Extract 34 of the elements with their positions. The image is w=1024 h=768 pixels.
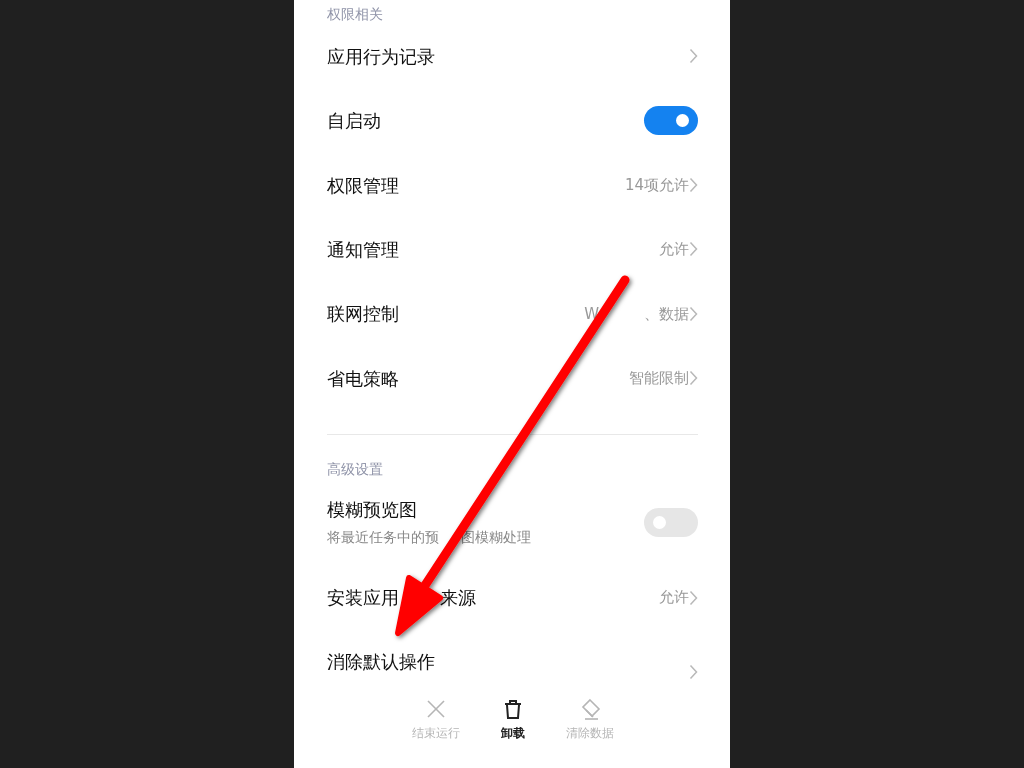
settings-row[interactable]: 省电策略 智能限制 <box>327 346 698 411</box>
row-value: 14项允许 <box>624 174 689 196</box>
settings-row[interactable]: 联网控制 W 、数据 <box>327 281 698 347</box>
row-value: W 、数据 <box>584 303 689 325</box>
row-value: 智能限制 <box>629 368 689 389</box>
row-value: 允许 <box>659 587 689 609</box>
chevron-icon <box>689 48 698 65</box>
toolbar-button[interactable]: 卸载 <box>474 694 551 768</box>
chevron-icon <box>689 663 698 680</box>
row-title: 省电策略 <box>327 366 399 391</box>
settings-row[interactable]: 权限管理 14项允许 <box>327 152 698 218</box>
row-title: 联网控制 <box>327 302 399 327</box>
toggle-switch[interactable] <box>644 106 698 136</box>
chevron-icon <box>689 305 698 322</box>
row-title: 安装应用 来源 <box>327 586 477 610</box>
row-title: 自启动 <box>327 109 381 134</box>
chevron-icon <box>689 241 698 258</box>
section-header: 高级设置 <box>327 460 384 480</box>
row-title: 消除默认操作 <box>327 650 435 675</box>
row-title: 通知管理 <box>327 237 399 262</box>
row-title: 模糊预览图 <box>327 498 418 523</box>
settings-row[interactable]: 自启动 <box>327 88 698 153</box>
chevron-icon <box>689 370 698 387</box>
row-title: 权限管理 <box>327 173 399 198</box>
row-value: 允许 <box>659 239 689 261</box>
chevron-icon <box>689 177 698 193</box>
row-title: 应用行为记录 <box>327 44 435 69</box>
settings-row[interactable]: 应用行为记录 <box>327 24 698 89</box>
chevron-icon <box>689 589 698 606</box>
settings-row[interactable]: 安装应用 来源 允许 <box>327 565 698 630</box>
settings-row[interactable]: 消除默认操作 <box>327 629 698 695</box>
settings-row[interactable]: 通知管理 允许 <box>327 217 698 282</box>
toggle-switch[interactable] <box>644 507 698 537</box>
section-header: 权限相关 <box>327 5 384 24</box>
